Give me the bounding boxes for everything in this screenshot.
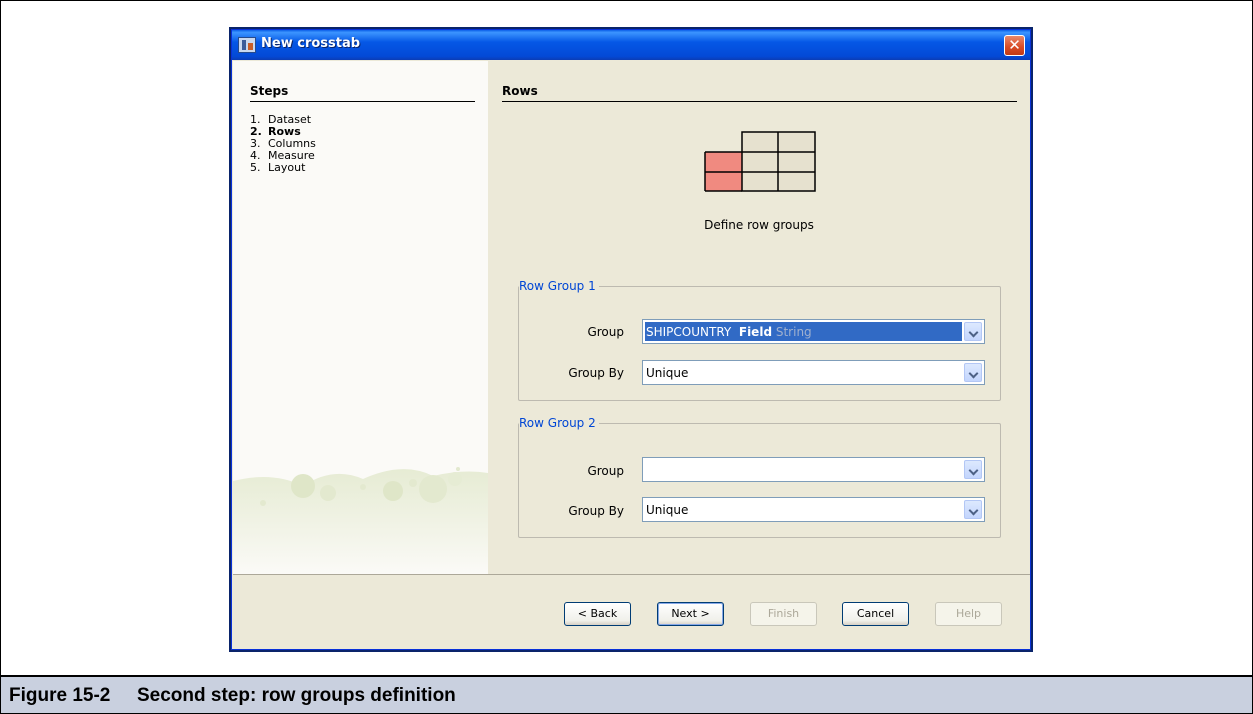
next-button[interactable]: Next > bbox=[657, 602, 724, 626]
title-divider bbox=[502, 101, 1017, 102]
close-button[interactable]: ✕ bbox=[1004, 35, 1025, 56]
finish-button[interactable]: Finish bbox=[750, 602, 817, 626]
group-select[interactable]: SHIPCOUNTRY Field String bbox=[642, 319, 985, 344]
close-icon: ✕ bbox=[1008, 36, 1021, 54]
group-by-select[interactable]: Unique bbox=[642, 360, 985, 385]
chevron-down-icon[interactable] bbox=[964, 500, 982, 519]
chevron-down-icon[interactable] bbox=[964, 363, 982, 382]
help-button[interactable]: Help bbox=[935, 602, 1002, 626]
new-crosstab-dialog: New crosstab ✕ Steps 1. Dataset 2. Rows 3.… bbox=[231, 29, 1031, 650]
group-by-value: Unique bbox=[646, 366, 689, 380]
steps-panel: Steps 1. Dataset 2. Rows 3. Columns 4. Measu… bbox=[233, 61, 488, 574]
back-button[interactable]: < Back bbox=[564, 602, 631, 626]
crosstab-rows-icon bbox=[704, 131, 816, 192]
crosstab-app-icon bbox=[238, 37, 256, 53]
step-number: 5. bbox=[250, 161, 261, 174]
row-group-2-box: Row Group 2 Group Group By Unique bbox=[518, 416, 1001, 538]
decorative-bubbles-background bbox=[233, 467, 488, 574]
field-name: SHIPCOUNTRY bbox=[646, 325, 732, 339]
figure-number: Figure 15-2 bbox=[9, 685, 111, 706]
group-select-value: SHIPCOUNTRY Field String bbox=[646, 325, 812, 339]
step-label: Layout bbox=[268, 161, 306, 174]
steps-list: 1. Dataset 2. Rows 3. Columns 4. Measure 5. L… bbox=[250, 114, 316, 174]
group-label: Group bbox=[587, 464, 624, 478]
group-by-value: Unique bbox=[646, 503, 689, 517]
figure-caption-text: Second step: row groups definition bbox=[137, 685, 456, 706]
rows-step-content: Rows Define row groups Row Group 1 Group… bbox=[488, 61, 1030, 574]
group-select[interactable] bbox=[642, 457, 985, 482]
row-group-2-legend: Row Group 2 bbox=[519, 416, 599, 430]
figure-frame: New crosstab ✕ Steps 1. Dataset 2. Rows 3.… bbox=[0, 0, 1253, 676]
field-type: String bbox=[775, 325, 812, 339]
group-by-label: Group By bbox=[568, 504, 624, 518]
step-layout: 5. Layout bbox=[250, 162, 316, 174]
page-title: Rows bbox=[502, 84, 538, 98]
steps-divider bbox=[250, 101, 475, 102]
group-by-label: Group By bbox=[568, 366, 624, 380]
steps-heading: Steps bbox=[250, 84, 289, 98]
wizard-button-bar: < Back Next > Finish Cancel Help bbox=[233, 574, 1030, 649]
window-title: New crosstab bbox=[261, 36, 361, 51]
figure-caption: Figure 15-2 Second step: row groups defi… bbox=[0, 676, 1253, 714]
cancel-button[interactable]: Cancel bbox=[842, 602, 909, 626]
title-bar[interactable]: New crosstab ✕ bbox=[232, 30, 1030, 60]
field-kind: Field bbox=[738, 325, 773, 339]
group-label: Group bbox=[587, 325, 624, 339]
instruction-text: Define row groups bbox=[704, 218, 814, 232]
chevron-down-icon[interactable] bbox=[964, 322, 982, 341]
group-by-select[interactable]: Unique bbox=[642, 497, 985, 522]
chevron-down-icon[interactable] bbox=[964, 460, 982, 479]
row-group-1-legend: Row Group 1 bbox=[519, 279, 599, 293]
row-group-1-box: Row Group 1 Group SHIPCOUNTRY Field Stri… bbox=[518, 279, 1001, 401]
